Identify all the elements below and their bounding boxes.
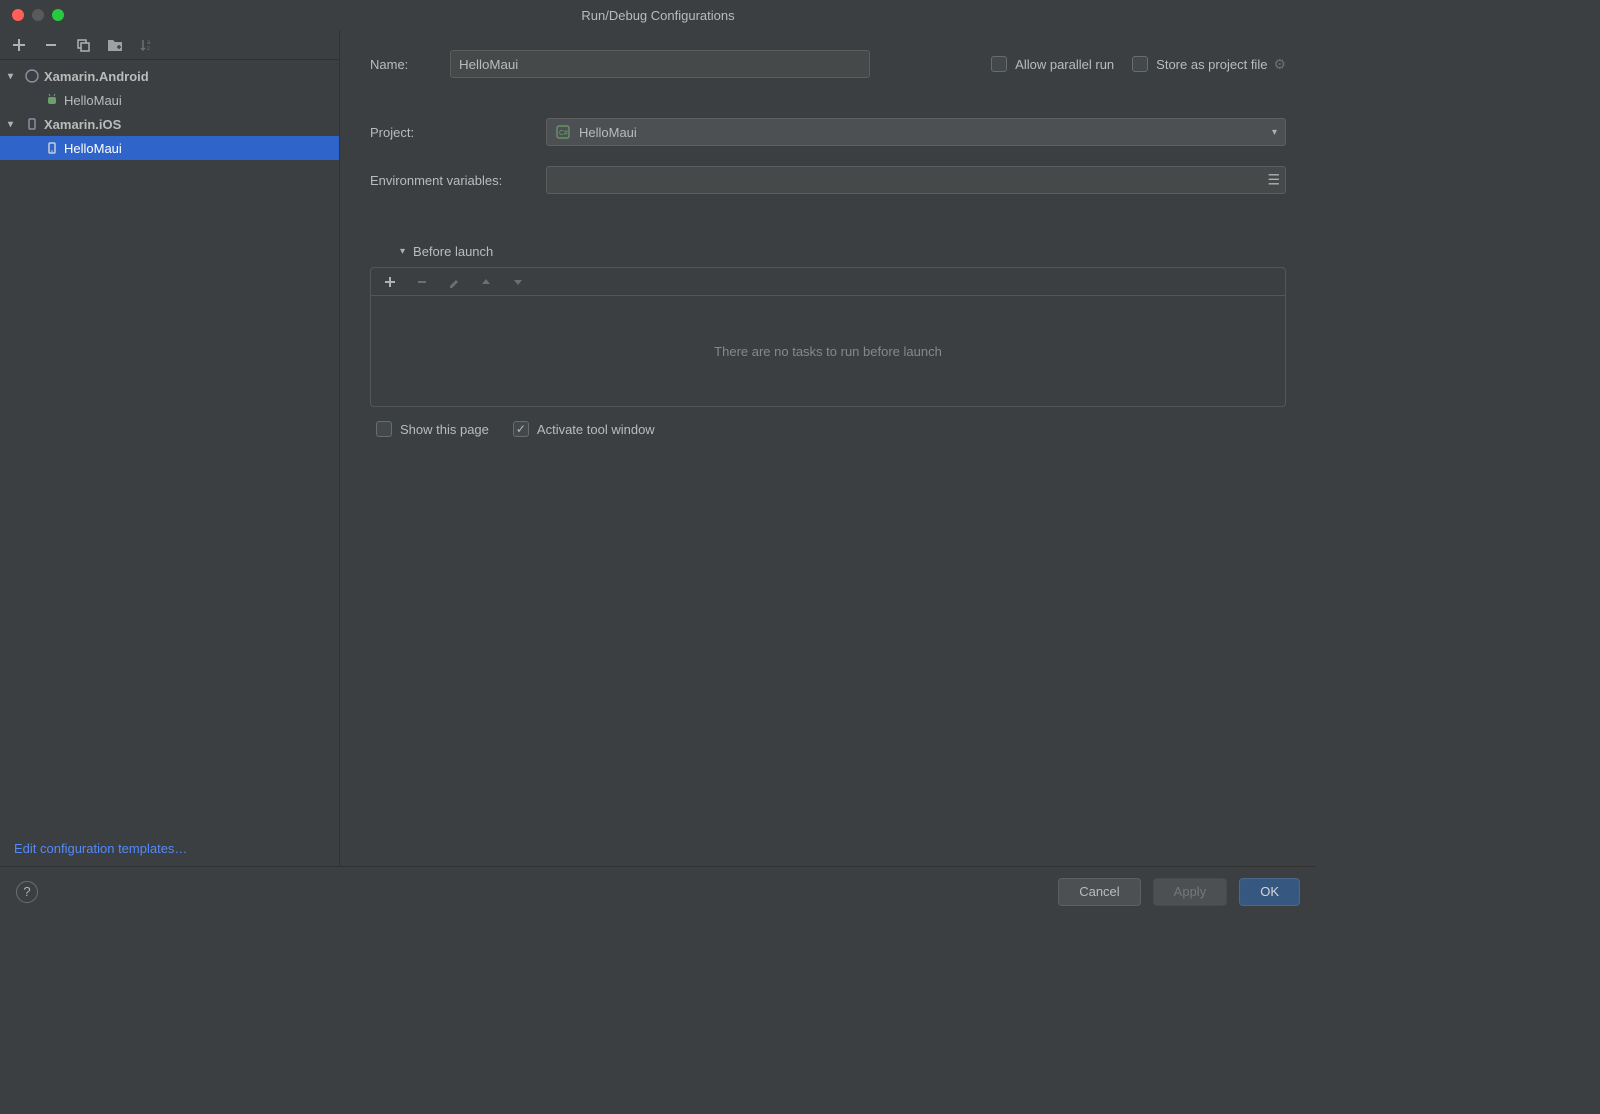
before-launch-empty: There are no tasks to run before launch xyxy=(371,296,1285,406)
titlebar: Run/Debug Configurations xyxy=(0,0,1316,30)
move-down-button[interactable] xyxy=(509,273,527,291)
env-expand-icon[interactable]: ☰ xyxy=(1267,172,1280,189)
env-row: Environment variables: ☰ xyxy=(370,166,1286,194)
remove-task-button[interactable] xyxy=(413,273,431,291)
project-label: Project: xyxy=(370,125,546,140)
chevron-down-icon: ▾ xyxy=(8,71,20,82)
before-launch-header[interactable]: ▾ Before launch xyxy=(400,244,1286,259)
show-this-page-label: Show this page xyxy=(400,422,489,437)
main-panel: Name: Allow parallel run Store as projec… xyxy=(340,30,1316,866)
allow-parallel-check[interactable]: Allow parallel run xyxy=(991,56,1114,72)
empty-text: There are no tasks to run before launch xyxy=(714,344,942,359)
android-icon xyxy=(24,68,40,84)
svg-text:C#: C# xyxy=(559,130,568,137)
tree-group-label: Xamarin.iOS xyxy=(44,117,121,132)
dialog-body: az ▾ Xamarin.Android HelloMaui ▾ Xamarin… xyxy=(0,30,1316,866)
tree-item-ios-hellomaui[interactable]: HelloMaui xyxy=(0,136,339,160)
add-task-button[interactable] xyxy=(381,273,399,291)
remove-config-button[interactable] xyxy=(42,36,60,54)
window-title: Run/Debug Configurations xyxy=(0,8,1316,23)
csharp-project-icon: C# xyxy=(555,124,571,140)
edit-task-button[interactable] xyxy=(445,273,463,291)
chevron-down-icon: ▾ xyxy=(8,119,20,130)
help-button[interactable]: ? xyxy=(16,881,38,903)
before-launch-box: There are no tasks to run before launch xyxy=(370,267,1286,407)
save-template-button[interactable] xyxy=(106,36,124,54)
checkbox-icon xyxy=(991,56,1007,72)
checkbox-icon xyxy=(376,421,392,437)
name-input[interactable] xyxy=(450,50,870,78)
tree-group-xamarin-android[interactable]: ▾ Xamarin.Android xyxy=(0,64,339,88)
allow-parallel-label: Allow parallel run xyxy=(1015,57,1114,72)
ios-config-icon xyxy=(44,140,60,156)
launch-checks-row: Show this page Activate tool window xyxy=(376,421,1286,437)
project-row: Project: C# HelloMaui ▾ xyxy=(370,118,1286,146)
show-this-page-check[interactable]: Show this page xyxy=(376,421,489,437)
sidebar-toolbar: az xyxy=(0,30,339,60)
tree-item-label: HelloMaui xyxy=(64,141,122,156)
store-as-file-label: Store as project file xyxy=(1156,57,1267,72)
sidebar-footer: Edit configuration templates… xyxy=(0,831,339,866)
project-dropdown[interactable]: C# HelloMaui ▾ xyxy=(546,118,1286,146)
tree-group-xamarin-ios[interactable]: ▾ Xamarin.iOS xyxy=(0,112,339,136)
dialog-footer: ? Cancel Apply OK xyxy=(0,866,1316,916)
sidebar: az ▾ Xamarin.Android HelloMaui ▾ Xamarin… xyxy=(0,30,340,866)
config-tree: ▾ Xamarin.Android HelloMaui ▾ Xamarin.iO… xyxy=(0,60,339,831)
sort-button[interactable]: az xyxy=(138,36,156,54)
cancel-button[interactable]: Cancel xyxy=(1058,878,1140,906)
store-as-file-check[interactable]: Store as project file xyxy=(1132,56,1267,72)
ok-button[interactable]: OK xyxy=(1239,878,1300,906)
checkbox-icon xyxy=(1132,56,1148,72)
env-input[interactable] xyxy=(546,166,1286,194)
activate-tool-check[interactable]: Activate tool window xyxy=(513,421,655,437)
activate-tool-label: Activate tool window xyxy=(537,422,655,437)
svg-text:z: z xyxy=(147,46,150,52)
chevron-down-icon: ▾ xyxy=(1272,127,1277,138)
edit-templates-link[interactable]: Edit configuration templates… xyxy=(14,841,187,856)
tree-item-android-hellomaui[interactable]: HelloMaui xyxy=(0,88,339,112)
before-launch-toolbar xyxy=(371,268,1285,296)
copy-config-button[interactable] xyxy=(74,36,92,54)
tree-item-label: HelloMaui xyxy=(64,93,122,108)
chevron-down-icon: ▾ xyxy=(400,246,405,257)
android-config-icon xyxy=(44,92,60,108)
env-label: Environment variables: xyxy=(370,173,546,188)
ios-icon xyxy=(24,116,40,132)
gear-icon[interactable]: ⚙ xyxy=(1273,56,1286,73)
tree-group-label: Xamarin.Android xyxy=(44,69,149,84)
project-value: HelloMaui xyxy=(579,125,637,140)
before-launch-label: Before launch xyxy=(413,244,493,259)
add-config-button[interactable] xyxy=(10,36,28,54)
name-label: Name: xyxy=(370,57,440,72)
apply-button[interactable]: Apply xyxy=(1153,878,1228,906)
checkbox-icon xyxy=(513,421,529,437)
move-up-button[interactable] xyxy=(477,273,495,291)
name-row: Name: Allow parallel run Store as projec… xyxy=(370,50,1286,78)
